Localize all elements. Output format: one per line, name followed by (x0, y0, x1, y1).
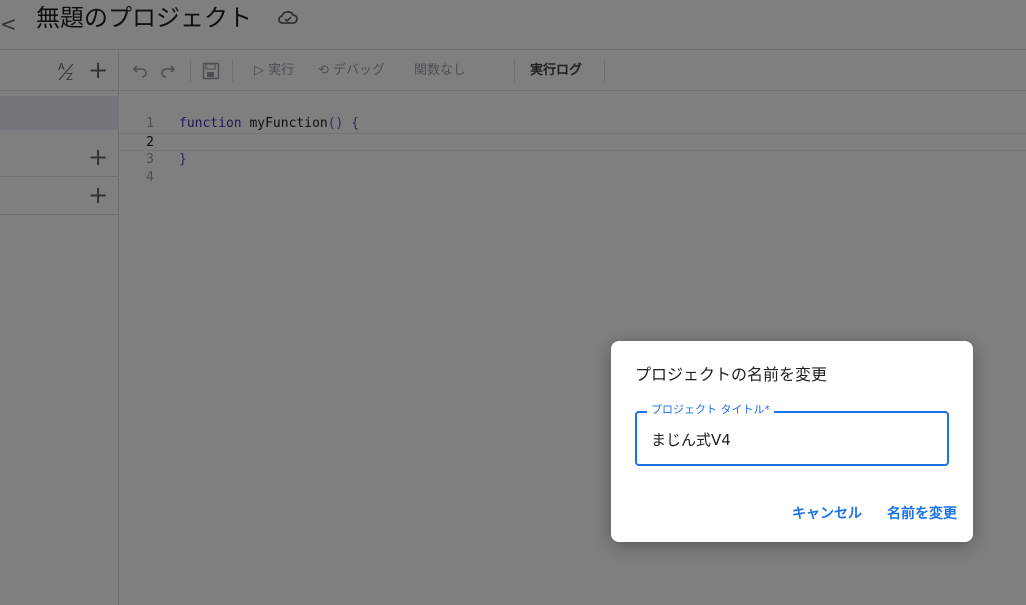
dialog-title: プロジェクトの名前を変更 (635, 365, 828, 384)
project-title-input[interactable] (651, 427, 931, 451)
rename-button[interactable]: 名前を変更 (887, 505, 957, 523)
field-label: プロジェクト タイトル* (647, 403, 774, 417)
cancel-button[interactable]: キャンセル (792, 505, 862, 523)
project-title-field[interactable]: プロジェクト タイトル* (635, 403, 949, 466)
rename-project-dialog: プロジェクトの名前を変更 プロジェクト タイトル* キャンセル 名前を変更 (611, 341, 973, 542)
